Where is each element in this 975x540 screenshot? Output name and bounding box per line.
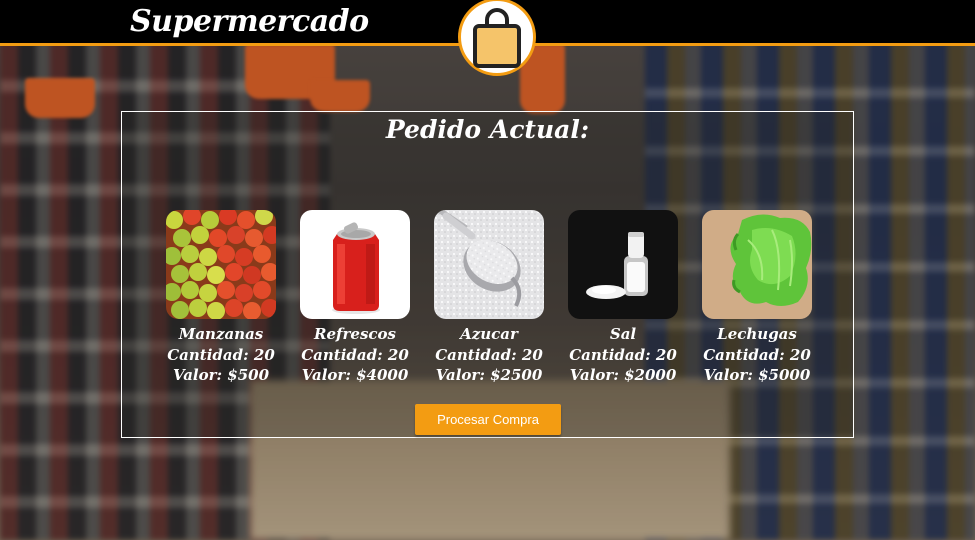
product-card-lechugas: Lechugas Cantidad: 20 Valor: $5000	[702, 210, 812, 386]
product-quantity: Cantidad: 20	[569, 345, 677, 364]
product-name: Sal	[609, 325, 637, 343]
product-value: Valor: $500	[172, 366, 270, 384]
product-name: Lechugas	[717, 325, 797, 343]
product-value: Valor: $2500	[435, 366, 543, 384]
product-name: Azucar	[460, 325, 518, 343]
product-quantity: Cantidad: 20	[301, 345, 409, 364]
current-order-panel: Pedido Actual: Manzanas Cantidad: 20 Val…	[121, 111, 854, 438]
product-card-azucar: Azucar Cantidad: 20 Valor: $2500	[434, 210, 544, 386]
salt-shaker-image	[568, 210, 678, 319]
sugar-spoon-image	[434, 210, 544, 319]
product-name: Manzanas	[178, 325, 264, 343]
shopping-bag-icon[interactable]	[458, 0, 536, 76]
product-value: Valor: $2000	[569, 366, 677, 384]
product-list: Manzanas Cantidad: 20 Valor: $500 Refres…	[166, 210, 826, 385]
process-purchase-button[interactable]: Procesar Compra	[415, 404, 561, 435]
product-quantity: Cantidad: 20	[703, 345, 811, 364]
product-quantity: Cantidad: 20	[167, 345, 275, 364]
lettuce-image	[702, 210, 812, 319]
apples-image	[166, 210, 276, 319]
product-card-refrescos: Refrescos Cantidad: 20 Valor: $4000	[300, 210, 410, 386]
product-value: Valor: $4000	[301, 366, 409, 384]
product-quantity: Cantidad: 20	[435, 345, 543, 364]
panel-title: Pedido Actual:	[385, 115, 590, 144]
brand-title: Supermercado	[130, 4, 369, 39]
product-value: Valor: $5000	[703, 366, 811, 384]
product-card-manzanas: Manzanas Cantidad: 20 Valor: $500	[166, 210, 276, 386]
product-name: Refrescos	[314, 325, 396, 343]
soda-can-image	[300, 210, 410, 319]
product-card-sal: Sal Cantidad: 20 Valor: $2000	[568, 210, 678, 386]
